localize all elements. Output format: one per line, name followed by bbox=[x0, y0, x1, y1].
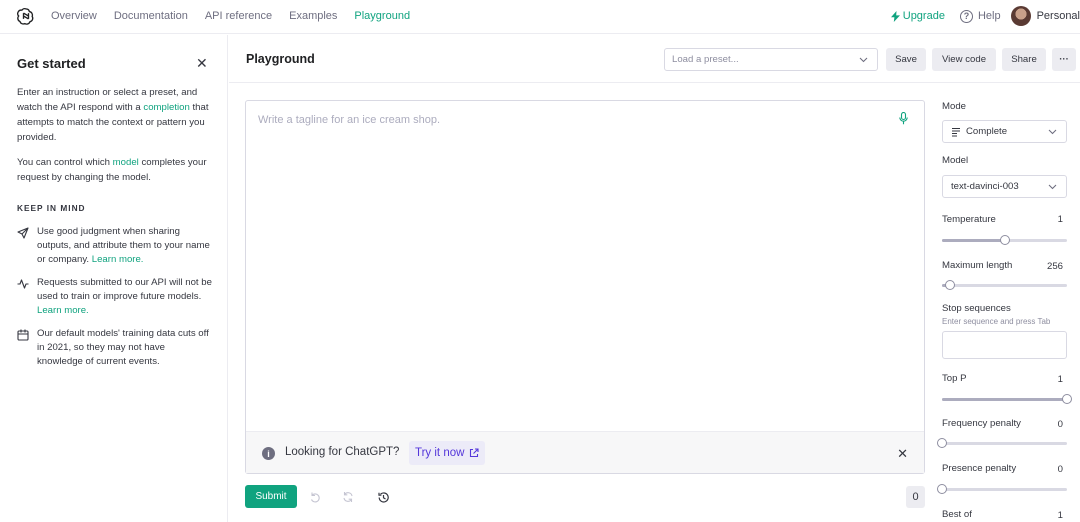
page-title: Playground bbox=[246, 52, 315, 66]
nav-examples[interactable]: Examples bbox=[289, 10, 337, 22]
chevron-down-icon bbox=[859, 57, 868, 63]
microphone-icon[interactable] bbox=[899, 112, 908, 125]
model-value: text-davinci-003 bbox=[951, 181, 1019, 192]
chatgpt-banner: i Looking for ChatGPT? Try it now ✕ bbox=[246, 431, 924, 473]
nav-overview[interactable]: Overview bbox=[51, 10, 97, 22]
save-button[interactable]: Save bbox=[886, 48, 926, 71]
header-divider bbox=[229, 82, 1080, 83]
model-select[interactable]: text-davinci-003 bbox=[942, 175, 1067, 198]
tip-cutoff-text: Our default models' training data cuts o… bbox=[37, 328, 209, 367]
help-link[interactable]: ? Help bbox=[959, 9, 1001, 23]
presence-penalty-label: Presence penalty bbox=[942, 463, 1017, 474]
info-icon: i bbox=[262, 447, 275, 460]
presence-penalty-value[interactable]: 0 bbox=[1058, 464, 1063, 475]
top-p-slider-thumb[interactable] bbox=[1062, 394, 1072, 404]
nav-api-reference[interactable]: API reference bbox=[205, 10, 272, 22]
presence-penalty-slider-thumb[interactable] bbox=[937, 484, 947, 494]
upgrade-link[interactable]: Upgrade bbox=[890, 10, 945, 22]
mode-select[interactable]: Complete bbox=[942, 120, 1067, 143]
frequency-penalty-slider[interactable] bbox=[937, 438, 1067, 448]
refresh-icon bbox=[343, 492, 353, 502]
best-of-label: Best of bbox=[942, 509, 972, 520]
model-paragraph: You can control which model completes yo… bbox=[17, 155, 213, 185]
preset-placeholder: Load a preset... bbox=[672, 54, 739, 65]
chevron-down-icon bbox=[1048, 129, 1057, 135]
top-p-value[interactable]: 1 bbox=[1058, 374, 1063, 385]
editor-placeholder: Write a tagline for an ice cream shop. bbox=[258, 114, 440, 126]
sidebar-title: Get started bbox=[17, 56, 86, 71]
nav-documentation[interactable]: Documentation bbox=[114, 10, 188, 22]
tip-sharing: Use good judgment when sharing outputs, … bbox=[17, 225, 217, 267]
submit-button[interactable]: Submit bbox=[245, 485, 297, 508]
frequency-penalty-value[interactable]: 0 bbox=[1058, 419, 1063, 430]
lightning-icon bbox=[890, 10, 900, 22]
history-icon bbox=[377, 491, 389, 503]
max-length-label: Maximum length bbox=[942, 260, 1013, 271]
temperature-label: Temperature bbox=[942, 214, 996, 225]
model-link[interactable]: model bbox=[113, 157, 139, 168]
frequency-penalty-label: Frequency penalty bbox=[942, 418, 1021, 429]
chevron-down-icon bbox=[1048, 184, 1057, 190]
get-started-sidebar: Get started ✕ Enter an instruction or se… bbox=[0, 35, 228, 522]
activity-icon bbox=[17, 279, 29, 289]
view-code-button[interactable]: View code bbox=[932, 48, 996, 71]
help-icon: ? bbox=[959, 9, 973, 23]
tip-cutoff: Our default models' training data cuts o… bbox=[17, 327, 217, 369]
temperature-value[interactable]: 1 bbox=[1058, 214, 1063, 225]
nav-right: Upgrade ? Help Personal bbox=[890, 5, 1080, 27]
nav-playground[interactable]: Playground bbox=[354, 10, 410, 22]
prompt-editor[interactable]: Write a tagline for an ice cream shop. i… bbox=[245, 100, 925, 474]
top-nav: Overview Documentation API reference Exa… bbox=[0, 0, 1080, 34]
undo-button[interactable] bbox=[305, 487, 325, 507]
close-icon[interactable]: ✕ bbox=[196, 56, 208, 70]
banner-close-icon[interactable]: ✕ bbox=[897, 446, 908, 462]
stop-sequences-input[interactable] bbox=[942, 331, 1067, 359]
upgrade-label: Upgrade bbox=[902, 10, 945, 22]
presence-penalty-slider[interactable] bbox=[937, 484, 1067, 494]
undo-icon bbox=[310, 492, 320, 503]
frequency-penalty-slider-thumb[interactable] bbox=[937, 438, 947, 448]
max-length-slider-thumb[interactable] bbox=[944, 280, 955, 290]
preset-select[interactable]: Load a preset... bbox=[664, 48, 878, 71]
temperature-slider-thumb[interactable] bbox=[999, 235, 1010, 245]
mode-value: Complete bbox=[966, 126, 1008, 137]
model-text: You can control which bbox=[17, 157, 113, 168]
mode-label: Mode bbox=[942, 101, 966, 112]
intro-paragraph: Enter an instruction or select a preset,… bbox=[17, 85, 213, 145]
learn-more-link[interactable]: Learn more. bbox=[92, 254, 144, 265]
tip-privacy-text: Requests submitted to our API will not b… bbox=[37, 277, 212, 302]
banner-text: Looking for ChatGPT? bbox=[285, 446, 400, 458]
account-name[interactable]: Personal bbox=[1037, 10, 1080, 22]
token-count: 0 bbox=[906, 486, 925, 508]
share-button[interactable]: Share bbox=[1002, 48, 1046, 71]
more-options-button[interactable]: ··· bbox=[1052, 48, 1076, 71]
max-length-slider[interactable] bbox=[942, 280, 1067, 290]
help-label: Help bbox=[977, 10, 1001, 22]
temperature-slider[interactable] bbox=[942, 235, 1067, 245]
best-of-value[interactable]: 1 bbox=[1058, 510, 1063, 521]
stop-sequences-hint: Enter sequence and press Tab bbox=[942, 317, 1051, 326]
top-p-slider[interactable] bbox=[942, 394, 1072, 404]
completion-link[interactable]: completion bbox=[143, 102, 189, 113]
history-button[interactable] bbox=[373, 487, 393, 507]
tip-privacy: Requests submitted to our API will not b… bbox=[17, 276, 217, 318]
keep-in-mind-heading: KEEP IN MIND bbox=[17, 203, 86, 213]
top-p-label: Top P bbox=[942, 373, 967, 384]
calendar-icon bbox=[17, 329, 29, 341]
max-length-value[interactable]: 256 bbox=[1047, 261, 1063, 272]
try-it-now-label: Try it now bbox=[415, 447, 465, 459]
openai-logo-icon[interactable] bbox=[16, 6, 36, 26]
avatar[interactable] bbox=[1010, 6, 1031, 26]
external-link-icon bbox=[470, 448, 479, 458]
regenerate-button[interactable] bbox=[338, 487, 358, 507]
learn-more-link-2[interactable]: Learn more. bbox=[37, 305, 89, 316]
stop-sequences-label: Stop sequences bbox=[942, 303, 1011, 314]
nav-links: Overview Documentation API reference Exa… bbox=[51, 10, 427, 22]
send-icon bbox=[17, 227, 29, 239]
try-it-now-link[interactable]: Try it now bbox=[409, 441, 486, 465]
model-label: Model bbox=[942, 155, 969, 166]
complete-mode-icon bbox=[952, 127, 960, 137]
